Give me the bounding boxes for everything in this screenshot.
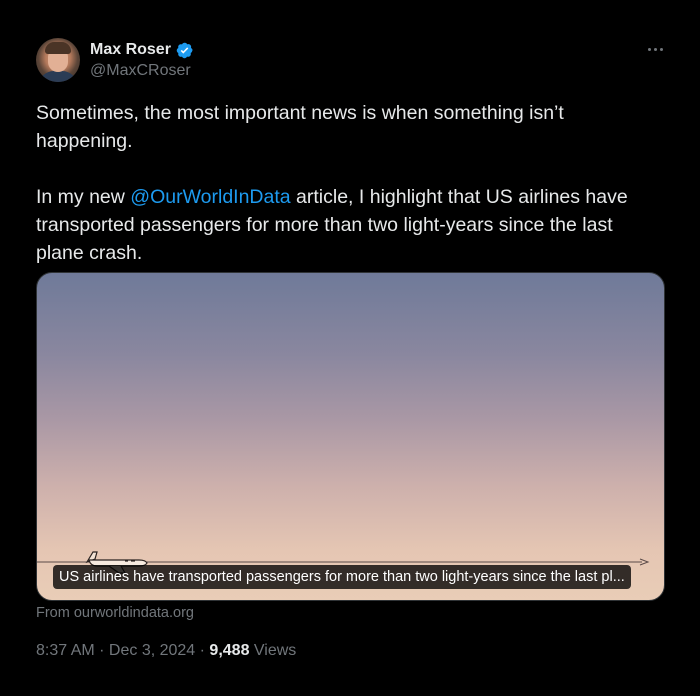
more-dot xyxy=(659,47,663,51)
media-caption: US airlines have transported passengers … xyxy=(53,565,631,589)
more-dot xyxy=(647,47,651,51)
avatar[interactable] xyxy=(36,38,80,82)
verified-badge-icon xyxy=(175,41,194,60)
author-display-name[interactable]: Max Roser xyxy=(90,41,171,59)
meta-separator: · xyxy=(195,642,210,659)
author-names: Max Roser @MaxCRoser xyxy=(90,39,194,81)
tweet-meta: 8:37 AM · Dec 3, 2024 · 9,488 Views xyxy=(36,642,296,660)
views-count[interactable]: 9,488 xyxy=(209,642,249,659)
tweet: Max Roser @MaxCRoser Sometimes, the most… xyxy=(0,0,700,696)
author-handle[interactable]: @MaxCRoser xyxy=(90,61,194,81)
avatar-shirt xyxy=(38,71,78,82)
tweet-text: Sometimes, the most important news is wh… xyxy=(36,99,656,267)
tweet-paragraph-2: In my new @OurWorldInData article, I hig… xyxy=(36,183,656,267)
views-label: Views xyxy=(249,642,297,659)
tweet-date[interactable]: Dec 3, 2024 xyxy=(109,642,195,659)
flight-track-illustration xyxy=(37,551,650,574)
link-source[interactable]: From ourworldindata.org xyxy=(36,605,194,621)
more-options-icon[interactable] xyxy=(644,38,666,60)
tweet-paragraph-1: Sometimes, the most important news is wh… xyxy=(36,102,564,152)
tweet-paragraph-2-prefix: In my new xyxy=(36,186,131,208)
more-dot xyxy=(653,47,657,51)
meta-separator: · xyxy=(94,642,109,659)
tweet-time[interactable]: 8:37 AM xyxy=(36,642,95,659)
name-row: Max Roser xyxy=(90,39,194,61)
tweet-header: Max Roser @MaxCRoser xyxy=(36,38,194,82)
avatar-hair xyxy=(45,42,71,54)
link-card-image[interactable]: US airlines have transported passengers … xyxy=(36,272,665,601)
mention-link[interactable]: @OurWorldInData xyxy=(130,186,290,208)
